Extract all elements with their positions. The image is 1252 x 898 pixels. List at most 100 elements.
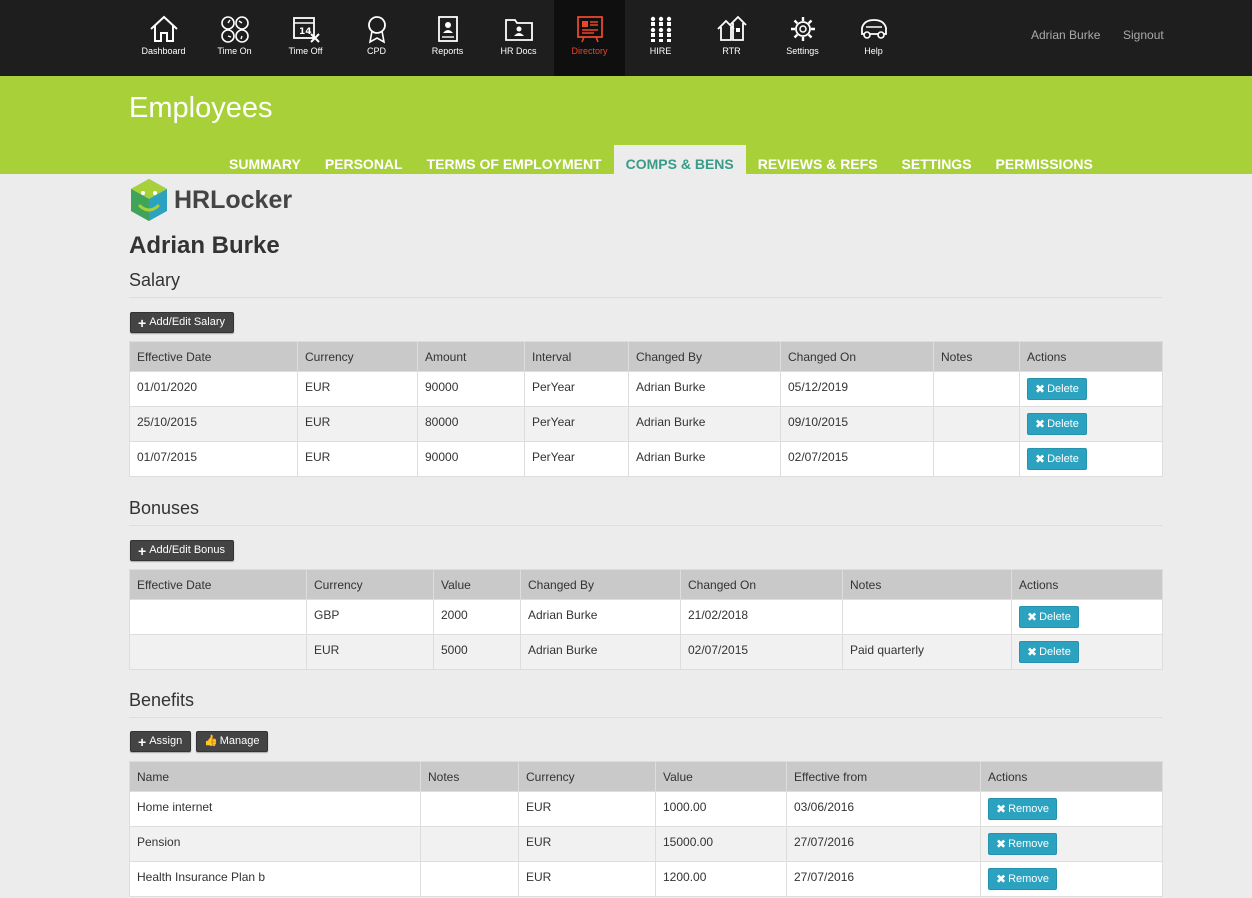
column-header[interactable]: Notes bbox=[933, 341, 1020, 372]
salary-table: Effective Date Currency Amount Interval … bbox=[129, 341, 1163, 477]
svg-text:14: 14 bbox=[299, 27, 312, 37]
calendar-off-icon: 14 bbox=[292, 17, 320, 43]
add-edit-bonus-button[interactable]: + Add/Edit Bonus bbox=[130, 540, 235, 561]
delete-button[interactable]: ✖ Delete bbox=[1019, 606, 1079, 628]
column-header[interactable]: Value bbox=[655, 761, 787, 792]
nav-item-directory[interactable]: Directory bbox=[554, 0, 625, 76]
directory-board-icon bbox=[576, 16, 603, 43]
button-label: Add/Edit Bonus bbox=[149, 544, 226, 556]
tab-personal[interactable]: PERSONAL bbox=[313, 145, 415, 174]
delete-button[interactable]: ✖ Delete bbox=[1027, 413, 1087, 435]
folder-person-icon bbox=[504, 19, 533, 41]
tab-settings[interactable]: SETTINGS bbox=[890, 145, 984, 174]
manage-benefits-button[interactable]: 👍 Manage bbox=[196, 731, 269, 752]
cell-effective-from: 27/07/2016 bbox=[786, 861, 981, 897]
cell-effective-from: 27/07/2016 bbox=[786, 826, 981, 862]
cell-value: 2000 bbox=[433, 599, 521, 635]
column-header[interactable]: Changed On bbox=[780, 341, 934, 372]
column-header[interactable]: Currency bbox=[297, 341, 418, 372]
column-header[interactable]: Name bbox=[129, 761, 421, 792]
cell-changed-on: 05/12/2019 bbox=[780, 371, 934, 407]
nav-item-cpd[interactable]: CPD bbox=[341, 0, 412, 76]
nav-item-reports[interactable]: Reports bbox=[412, 0, 483, 76]
cell-actions: ✖ Delete bbox=[1011, 599, 1163, 635]
nav-item-rtr[interactable]: RTR bbox=[696, 0, 767, 76]
nav-item-help[interactable]: Help bbox=[838, 0, 909, 76]
remove-button[interactable]: ✖ Remove bbox=[988, 798, 1058, 820]
close-icon: ✖ bbox=[1035, 382, 1046, 396]
plus-icon: + bbox=[138, 542, 147, 559]
cell-currency: EUR bbox=[297, 406, 418, 442]
cell-changed-on: 21/02/2018 bbox=[680, 599, 843, 635]
column-header[interactable]: Effective from bbox=[786, 761, 981, 792]
delete-button[interactable]: ✖ Delete bbox=[1027, 378, 1087, 400]
column-header[interactable]: Currency bbox=[306, 569, 434, 600]
cell-currency: EUR bbox=[306, 634, 434, 670]
nav-item-time-off[interactable]: 14 Time Off bbox=[270, 0, 341, 76]
column-header[interactable]: Value bbox=[433, 569, 521, 600]
tab-permissions[interactable]: PERMISSIONS bbox=[984, 145, 1105, 174]
clocks-icon bbox=[220, 16, 249, 43]
column-header[interactable]: Changed By bbox=[628, 341, 781, 372]
tab-terms-of-employment[interactable]: TERMS OF EMPLOYMENT bbox=[415, 145, 614, 174]
column-header[interactable]: Changed By bbox=[520, 569, 681, 600]
button-label: Remove bbox=[1008, 803, 1050, 815]
cell-amount: 80000 bbox=[417, 406, 525, 442]
column-header[interactable]: Effective Date bbox=[129, 569, 307, 600]
report-document-icon bbox=[437, 16, 458, 42]
nav-label: Reports bbox=[431, 46, 464, 56]
nav-item-hr-docs[interactable]: HR Docs bbox=[483, 0, 554, 76]
page-title: Employees bbox=[129, 92, 273, 124]
cell-currency: EUR bbox=[518, 826, 656, 862]
cell-notes bbox=[420, 791, 519, 827]
remove-button[interactable]: ✖ Remove bbox=[988, 833, 1058, 855]
cell-actions: ✖ Remove bbox=[980, 826, 1163, 862]
button-label: Remove bbox=[1008, 838, 1050, 850]
car-icon bbox=[860, 19, 887, 39]
people-grid-icon bbox=[650, 16, 671, 42]
nav-item-settings[interactable]: Settings bbox=[767, 0, 838, 76]
page-header: Employees SUMMARY PERSONAL TERMS OF EMPL… bbox=[0, 76, 1252, 174]
cell-currency: GBP bbox=[306, 599, 434, 635]
nav-item-time-on[interactable]: Time On bbox=[199, 0, 270, 76]
tab-reviews-refs[interactable]: REVIEWS & REFS bbox=[746, 145, 890, 174]
cell-changed-by: Adrian Burke bbox=[628, 406, 781, 442]
column-header[interactable]: Notes bbox=[842, 569, 1012, 600]
cell-value: 1200.00 bbox=[655, 861, 787, 897]
cell-amount: 90000 bbox=[417, 371, 525, 407]
nav-item-dashboard[interactable]: Dashboard bbox=[128, 0, 199, 76]
house-icon bbox=[149, 15, 178, 42]
add-edit-salary-button[interactable]: + Add/Edit Salary bbox=[130, 312, 235, 333]
column-header[interactable]: Effective Date bbox=[129, 341, 298, 372]
tab-summary[interactable]: SUMMARY bbox=[217, 145, 313, 174]
cell-actions: ✖ Delete bbox=[1019, 441, 1163, 477]
plus-icon: + bbox=[138, 733, 147, 750]
nav-label: Directory bbox=[571, 46, 608, 56]
button-label: Delete bbox=[1047, 418, 1079, 430]
column-header[interactable]: Currency bbox=[518, 761, 656, 792]
column-header[interactable]: Amount bbox=[417, 341, 525, 372]
signout-link[interactable]: Signout bbox=[1123, 28, 1164, 42]
close-icon: ✖ bbox=[1027, 610, 1038, 624]
close-icon: ✖ bbox=[1035, 417, 1046, 431]
remove-button[interactable]: ✖ Remove bbox=[988, 868, 1058, 890]
column-header[interactable]: Changed On bbox=[680, 569, 843, 600]
cell-changed-by: Adrian Burke bbox=[520, 599, 681, 635]
delete-button[interactable]: ✖ Delete bbox=[1019, 641, 1079, 663]
current-user-link[interactable]: Adrian Burke bbox=[1031, 28, 1100, 42]
nav-item-hire[interactable]: HIRE bbox=[625, 0, 696, 76]
assign-benefit-button[interactable]: + Assign bbox=[130, 731, 192, 752]
delete-button[interactable]: ✖ Delete bbox=[1027, 448, 1087, 470]
table-row: 01/07/2015 EUR 90000 PerYear Adrian Burk… bbox=[129, 441, 1163, 477]
tab-comps-bens[interactable]: COMPS & BENS bbox=[613, 145, 746, 174]
bonuses-table: Effective Date Currency Value Changed By… bbox=[129, 569, 1163, 670]
employee-tabs: SUMMARY PERSONAL TERMS OF EMPLOYMENT COM… bbox=[217, 145, 1105, 174]
cell-notes bbox=[420, 861, 519, 897]
button-label: Assign bbox=[149, 735, 183, 747]
cell-actions: ✖ Delete bbox=[1019, 371, 1163, 407]
cell-notes bbox=[933, 441, 1020, 477]
column-header[interactable]: Notes bbox=[420, 761, 519, 792]
table-row: 01/01/2020 EUR 90000 PerYear Adrian Burk… bbox=[129, 371, 1163, 407]
column-header[interactable]: Interval bbox=[524, 341, 629, 372]
table-row: Home internet EUR 1000.00 03/06/2016 ✖ Re… bbox=[129, 791, 1163, 827]
